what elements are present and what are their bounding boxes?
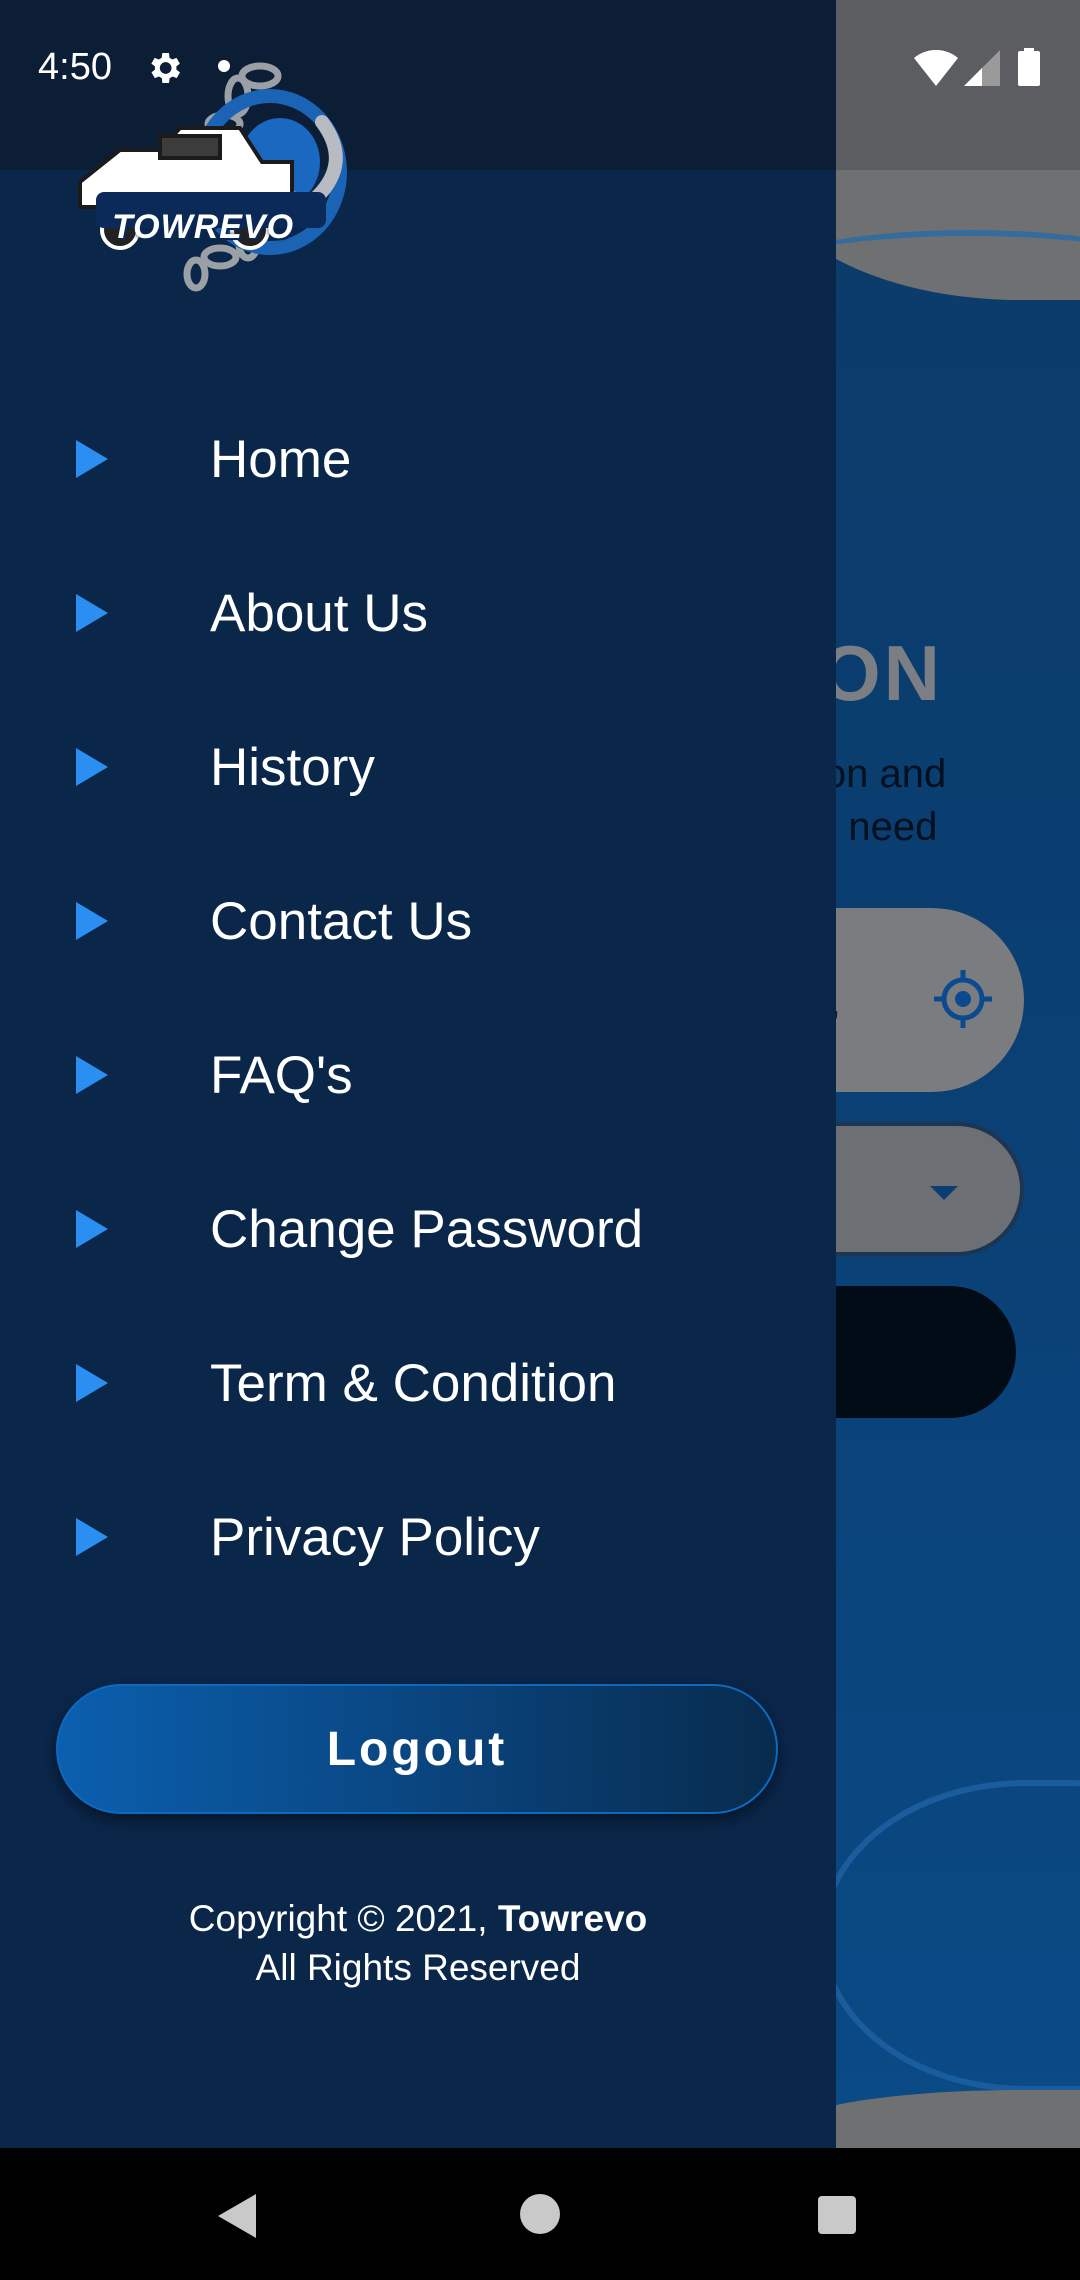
play-arrow-icon [76,1056,108,1094]
menu-item-home[interactable]: Home [0,382,836,536]
menu-item-label: Contact Us [210,891,473,951]
menu-item-contact-us[interactable]: Contact Us [0,844,836,998]
logout-label: Logout [326,1722,508,1776]
menu-item-label: Change Password [210,1199,644,1259]
back-icon[interactable] [218,2194,256,2238]
wifi-icon [914,50,958,86]
menu-item-about-us[interactable]: About Us [0,536,836,690]
play-arrow-icon [76,1518,108,1556]
play-arrow-icon [76,594,108,632]
menu-item-label: Privacy Policy [210,1507,540,1567]
recents-icon[interactable] [818,2196,856,2234]
navigation-drawer: Home About Us History Contact Us FAQ's C… [0,0,836,2148]
play-arrow-icon [76,1364,108,1402]
copyright-brand: Towrevo [497,1898,648,1939]
menu-item-term-condition[interactable]: Term & Condition [0,1306,836,1460]
play-arrow-icon [76,1210,108,1248]
menu-item-label: Term & Condition [210,1353,617,1413]
background-heading: ON [820,629,943,717]
home-icon[interactable] [520,2194,560,2234]
dropdown-caret-icon [930,1186,958,1200]
menu-item-privacy-policy[interactable]: Privacy Policy [0,1460,836,1614]
logout-button[interactable]: Logout [56,1684,778,1814]
menu-item-label: History [210,737,375,797]
drawer-menu: Home About Us History Contact Us FAQ's C… [0,382,836,1614]
play-arrow-icon [76,440,108,478]
menu-item-label: About Us [210,583,429,643]
battery-icon [1018,48,1040,86]
background-car-illustration [820,1780,1080,2092]
my-location-icon [934,970,992,1028]
menu-item-faqs[interactable]: FAQ's [0,998,836,1152]
menu-item-label: Home [210,429,352,489]
play-arrow-icon [76,902,108,940]
copyright-text: Copyright © 2021, Towrevo All Rights Res… [0,1894,836,1992]
play-arrow-icon [76,748,108,786]
menu-item-change-password[interactable]: Change Password [0,1152,836,1306]
copyright-rights: All Rights Reserved [255,1947,581,1988]
menu-item-label: FAQ's [210,1045,353,1105]
logo-text: TOWREVO [112,208,295,246]
signal-icon [964,50,1000,86]
menu-item-history[interactable]: History [0,690,836,844]
copyright-prefix: Copyright © 2021, [188,1898,498,1939]
towrevo-logo [78,62,347,292]
